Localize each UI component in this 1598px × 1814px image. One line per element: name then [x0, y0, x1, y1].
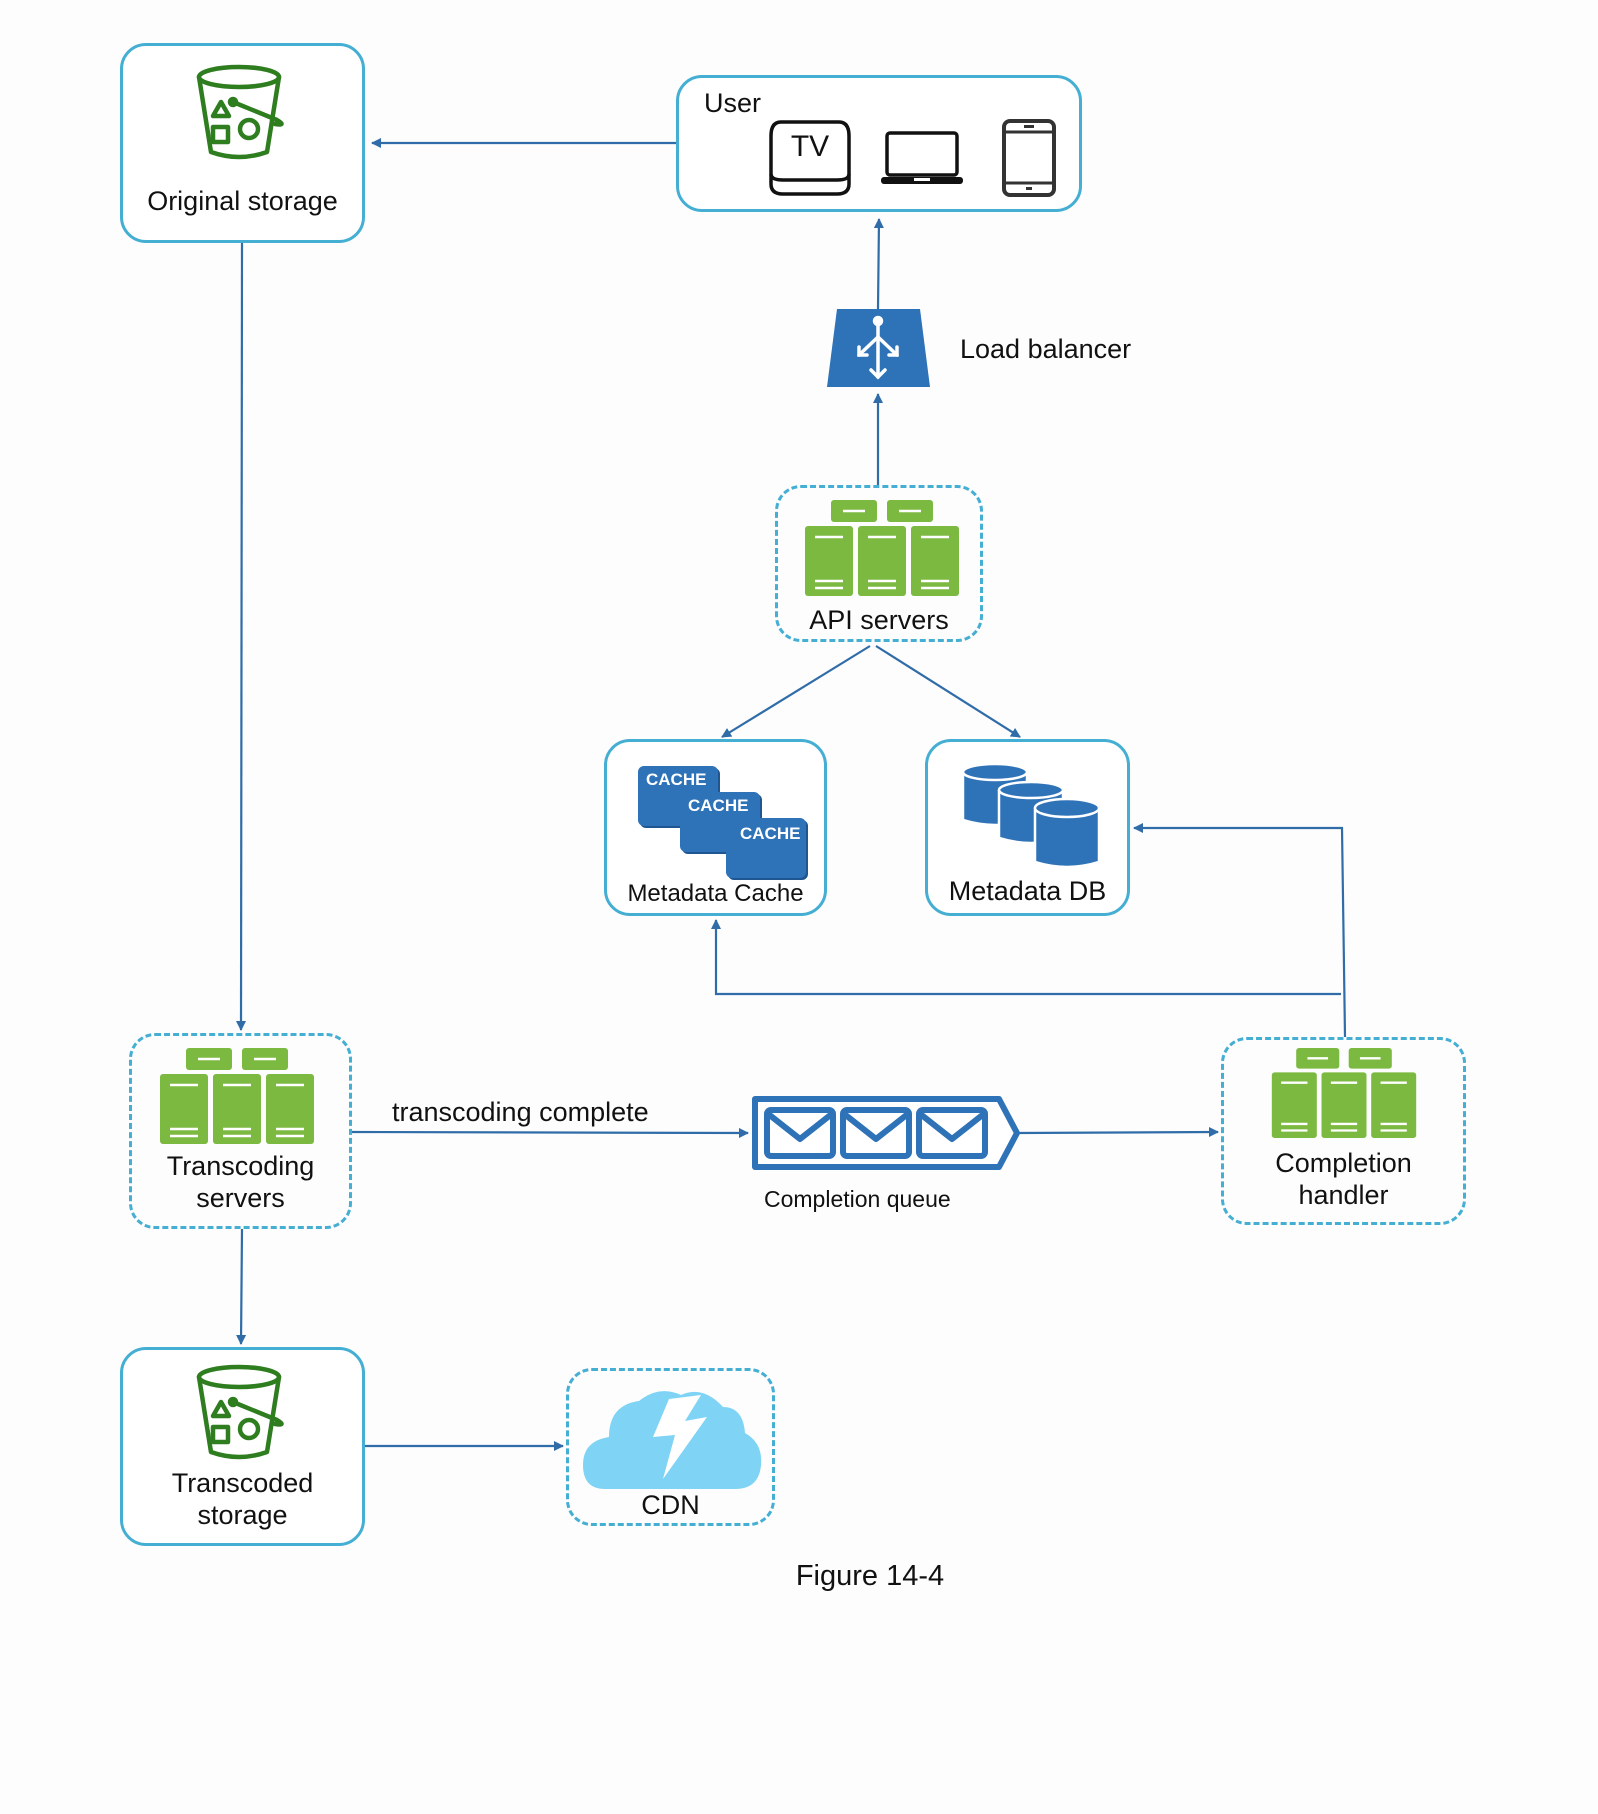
cache-text-2: CACHE	[688, 796, 749, 815]
edge-handler-to-cache	[711, 919, 1341, 996]
figure-caption: Figure 14-4	[795, 1560, 945, 1592]
tablet-icon	[1002, 119, 1056, 197]
cache-text-1: CACHE	[646, 770, 707, 789]
edge-original-to-transcoding	[236, 242, 247, 1031]
metadata-db-node[interactable]: Metadata DB	[925, 739, 1130, 916]
transcoded-storage-node[interactable]: Transcoded storage	[120, 1347, 365, 1546]
user-node[interactable]: User TV	[676, 75, 1082, 212]
transcoding-servers-label-2: servers	[196, 1183, 285, 1213]
original-storage-label: Original storage	[147, 186, 338, 216]
edge-transcoding-to-transcoded	[236, 1228, 247, 1345]
cdn-node[interactable]: CDN	[566, 1368, 775, 1526]
servers-icon	[1271, 1048, 1417, 1138]
queue-icon[interactable]	[751, 1095, 1021, 1171]
completion-handler-label-2: handler	[1298, 1180, 1389, 1210]
transcoding-servers-node[interactable]: Transcoding servers	[129, 1033, 352, 1229]
edge-transcoding-to-queue	[351, 1127, 749, 1138]
edge-queue-to-handler	[1018, 1127, 1219, 1138]
cdn-cloud-icon	[583, 1391, 762, 1489]
bucket-icon	[196, 64, 284, 160]
database-icon	[961, 762, 1101, 869]
servers-icon	[160, 1048, 314, 1144]
metadata-db-label: Metadata DB	[948, 876, 1107, 906]
cdn-label: CDN	[641, 1490, 700, 1520]
bucket-icon	[196, 1364, 284, 1460]
metadata-cache-node[interactable]: CACHE CACHE CACHE Metadata Cache	[604, 739, 827, 916]
cache-text-3: CACHE	[740, 824, 801, 843]
completion-handler-label-1: Completion	[1275, 1148, 1412, 1178]
original-storage-node[interactable]: Original storage	[120, 43, 365, 243]
servers-icon	[805, 500, 959, 596]
load-balancer-label: Load balancer	[960, 334, 1132, 364]
edge-label-transcoding-complete: transcoding complete	[392, 1097, 649, 1127]
tv-text: TV	[790, 130, 830, 163]
load-balancer-icon[interactable]	[827, 309, 930, 387]
completion-handler-node[interactable]: Completion handler	[1221, 1037, 1466, 1225]
tv-icon: TV	[767, 118, 853, 198]
edge-api-to-cache	[721, 645, 871, 738]
cache-icon: CACHE CACHE CACHE	[638, 766, 806, 878]
api-servers-node[interactable]: API servers	[775, 485, 983, 642]
metadata-cache-label: Metadata Cache	[627, 880, 804, 907]
edge-lb-to-user	[873, 218, 884, 310]
transcoded-storage-label-1: Transcoded	[171, 1468, 314, 1498]
transcoding-servers-label-1: Transcoding	[166, 1151, 315, 1181]
transcoded-storage-label-2: storage	[197, 1500, 288, 1530]
edge-handler-to-db	[1133, 823, 1347, 1038]
completion-queue-label: Completion queue	[764, 1186, 951, 1212]
user-label: User	[704, 88, 762, 118]
api-servers-label: API servers	[809, 605, 949, 635]
laptop-icon	[881, 131, 963, 184]
edge-api-to-db	[875, 645, 1021, 738]
